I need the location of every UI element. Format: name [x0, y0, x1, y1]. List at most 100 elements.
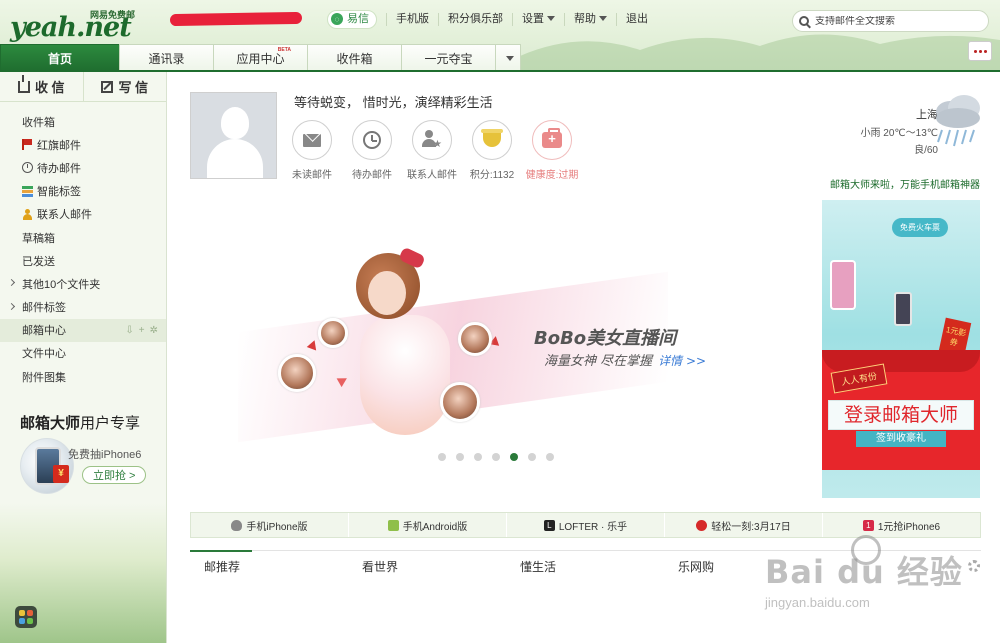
gear-icon[interactable]: ✲: [150, 325, 158, 336]
tab-inbox-label: 收件箱: [336, 51, 373, 66]
carousel-brand: BoBo美女直播间: [534, 328, 677, 349]
ad-bubble: 免费火车票: [892, 218, 948, 237]
write-button[interactable]: 写 信: [82, 72, 167, 101]
nav-logout[interactable]: 退出: [616, 12, 657, 26]
model-photo: [348, 246, 458, 447]
nav-settings[interactable]: 设置: [512, 12, 564, 26]
side-ad-banner[interactable]: 免费火车票 1元影券 人人有份 登录邮箱大师 签到收豪礼: [822, 200, 980, 498]
folder-contact-mail[interactable]: 联系人邮件: [0, 203, 166, 226]
watermark-brand: Bai du 经验: [765, 553, 963, 591]
master-ad-link[interactable]: 邮箱大师来啦，万能手机邮箱神器: [830, 176, 980, 191]
chevron-right-icon[interactable]: [7, 279, 16, 287]
quick-health[interactable]: 健康度:过期: [526, 120, 578, 181]
search-box[interactable]: [792, 10, 989, 32]
folder-flagged[interactable]: 红旗邮件: [0, 133, 166, 156]
folder-label: 联系人邮件: [37, 209, 92, 222]
folder-mail-center[interactable]: 邮箱中心 ⇩ + ✲: [0, 318, 166, 342]
nav-mobile[interactable]: 手机版: [386, 12, 438, 26]
chevron-right-icon[interactable]: [7, 302, 16, 310]
quick-label: 待办邮件: [352, 170, 392, 181]
app-label: 轻松一刻:3月17日: [711, 521, 791, 533]
watermark-url: jingyan.baidu.com: [765, 595, 870, 610]
folder-attachment-gallery[interactable]: 附件图集: [0, 365, 166, 388]
tab-contacts-label: 通讯录: [148, 51, 185, 66]
apple-icon: [231, 519, 243, 531]
folder-smart-tags[interactable]: 智能标签: [0, 180, 166, 203]
carousel-dot[interactable]: [546, 453, 554, 461]
tab-more[interactable]: [495, 44, 521, 71]
tab-one-yuan-label: 一元夺宝: [424, 51, 473, 66]
clock-icon: [22, 162, 33, 174]
carousel-dot[interactable]: [456, 453, 464, 461]
quick-unread[interactable]: 未读邮件: [292, 120, 332, 181]
baidu-watermark: Bai du 经验 jingyan.baidu.com: [755, 535, 1000, 643]
search-input[interactable]: [815, 15, 975, 27]
nav-points-club[interactable]: 积分俱乐部: [438, 12, 512, 26]
one-yuan-icon: 1: [862, 519, 874, 531]
folder-label: 文件中心: [22, 348, 66, 361]
quick-points[interactable]: 积分:1132: [470, 120, 514, 181]
nav-help[interactable]: 帮助: [564, 12, 616, 26]
nav-yixin-label: 易信: [347, 12, 369, 25]
app-android[interactable]: 手机Android版: [348, 513, 506, 537]
logo[interactable]: yeah.net 网易免费邮: [10, 6, 170, 43]
news-tab-world[interactable]: 看世界: [348, 551, 506, 581]
slogan-text: 海量女神 尽在掌握: [544, 354, 653, 369]
tab-inbox[interactable]: 收件箱: [307, 44, 402, 71]
news-tab-recommend[interactable]: 邮推荐: [190, 550, 348, 581]
chevron-down-icon: [505, 55, 514, 61]
carousel-dot[interactable]: [492, 453, 500, 461]
folder-label: 草稿箱: [22, 232, 55, 245]
profile-motto[interactable]: 等待蜕变， 惜时光，演绎精彩生活: [294, 92, 493, 111]
download-icon[interactable]: ⇩: [125, 325, 133, 336]
carousel-dot[interactable]: [438, 453, 446, 461]
news-tab-life[interactable]: 懂生活: [506, 551, 664, 581]
folder-sent[interactable]: 已发送: [0, 249, 166, 272]
quick-contact-mail[interactable]: ★ 联系人邮件: [407, 120, 457, 181]
carousel-dot[interactable]: [528, 453, 536, 461]
folder-inbox[interactable]: 收件箱: [0, 110, 166, 133]
avatar-bubble: [458, 322, 492, 356]
folder-other[interactable]: 其他10个文件夹: [0, 272, 166, 295]
flag-icon: [22, 139, 33, 151]
tab-app-center[interactable]: 应用中心 BETA: [213, 44, 308, 71]
carousel-dot[interactable]: [474, 453, 482, 461]
carousel-detail-link[interactable]: 详情 >>: [658, 354, 706, 368]
folder-mail-tags[interactable]: 邮件标签: [0, 296, 166, 319]
app-qingsong[interactable]: 轻松一刻:3月17日: [664, 513, 822, 537]
yixin-icon: ◌: [331, 13, 343, 25]
top-nav: ◌ 易信 手机版 积分俱乐部 设置 帮助 退出: [318, 9, 657, 29]
quick-todo[interactable]: 待办邮件: [352, 120, 392, 181]
more-menu-button[interactable]: [968, 41, 992, 61]
folder-label: 智能标签: [37, 186, 81, 199]
tab-contacts[interactable]: 通讯录: [119, 44, 214, 71]
folder-label: 已发送: [22, 255, 55, 268]
chevron-down-icon: [599, 16, 607, 22]
avatar[interactable]: [190, 92, 277, 179]
app-label: 1元抢iPhone6: [877, 521, 941, 533]
promo-carousel[interactable]: BoBo美女直播间 海量女神 尽在掌握 详情 >>: [238, 242, 788, 472]
redacted-username: [169, 11, 303, 27]
tab-home[interactable]: 首页: [0, 44, 120, 71]
app-lofter[interactable]: L LOFTER · 乐乎: [506, 513, 664, 537]
quick-label: 联系人邮件: [407, 170, 457, 181]
search-icon: [799, 16, 809, 26]
nav-yixin[interactable]: ◌ 易信: [318, 9, 386, 29]
app-one-yuan[interactable]: 1 1元抢iPhone6: [822, 513, 980, 537]
carousel-dot[interactable]: [510, 453, 518, 461]
apps-grid-icon[interactable]: [15, 606, 37, 628]
chevron-down-icon: [547, 16, 555, 22]
receive-button[interactable]: 收 信: [0, 72, 83, 101]
inbox-download-icon: [17, 74, 30, 93]
folder-drafts[interactable]: 草稿箱: [0, 226, 166, 249]
folder-todo[interactable]: 待办邮件: [0, 156, 166, 179]
add-icon[interactable]: +: [139, 325, 145, 336]
tab-one-yuan[interactable]: 一元夺宝: [401, 44, 496, 71]
cup-icon: [481, 129, 503, 147]
weather-widget[interactable]: 上海 小雨 20℃～13℃ 良/60: [808, 95, 988, 162]
app-iphone[interactable]: 手机iPhone版: [191, 513, 348, 537]
grab-now-button[interactable]: 立即抢 >: [82, 466, 147, 484]
avatar-bubble: [278, 354, 316, 392]
folder-label: 收件箱: [22, 116, 55, 129]
folder-file-center[interactable]: 文件中心: [0, 342, 166, 365]
